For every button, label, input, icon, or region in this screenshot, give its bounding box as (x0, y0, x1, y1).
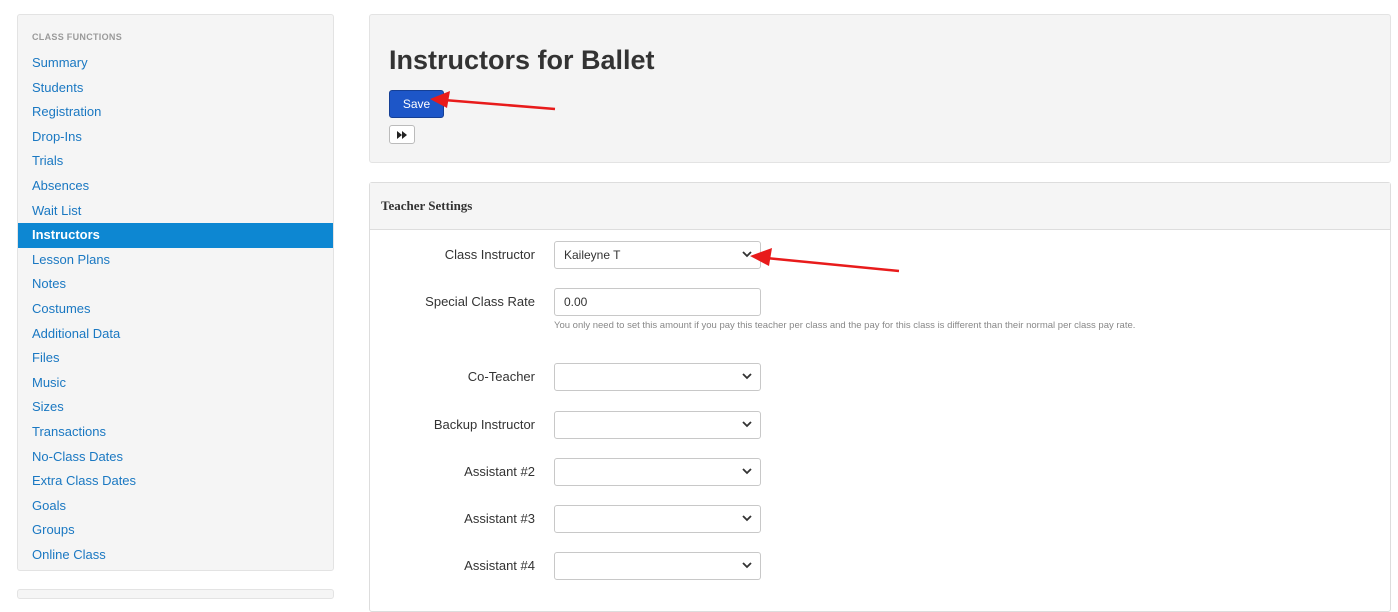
chevron-down-icon (742, 562, 752, 569)
assistant-4-label: Assistant #4 (464, 558, 535, 573)
backup-instructor-select[interactable] (554, 411, 761, 439)
class-instructor-select[interactable]: Kaileyne T (554, 241, 761, 269)
sidebar-item-sizes[interactable]: Sizes (18, 395, 333, 420)
assistant-3-label: Assistant #3 (464, 511, 535, 526)
fast-forward-icon (396, 130, 407, 139)
sidebar-item-files[interactable]: Files (18, 346, 333, 371)
page-header: Instructors for Ballet Save (369, 14, 1391, 163)
sidebar-item-drop-ins[interactable]: Drop-Ins (18, 125, 333, 150)
sidebar-item-no-class-dates[interactable]: No-Class Dates (18, 445, 333, 470)
special-rate-label: Special Class Rate (425, 294, 535, 309)
sidebar-item-transactions[interactable]: Transactions (18, 420, 333, 445)
special-rate-value: 0.00 (564, 295, 588, 309)
sidebar-item-instructors[interactable]: Instructors (18, 223, 333, 248)
assistant-4-select[interactable] (554, 552, 761, 580)
assistant-2-label: Assistant #2 (464, 464, 535, 479)
sidebar-item-additional-data[interactable]: Additional Data (18, 322, 333, 347)
sidebar-item-registration[interactable]: Registration (18, 100, 333, 125)
special-rate-input[interactable]: 0.00 (554, 288, 761, 316)
sidebar-item-students[interactable]: Students (18, 76, 333, 101)
secondary-sidebar-panel (17, 589, 334, 599)
sidebar-item-trials[interactable]: Trials (18, 149, 333, 174)
save-button[interactable]: Save (389, 90, 444, 118)
class-instructor-value: Kaileyne T (564, 248, 621, 262)
assistant-3-select[interactable] (554, 505, 761, 533)
panel-heading: Teacher Settings (370, 183, 1390, 230)
backup-instructor-label: Backup Instructor (433, 417, 535, 432)
assistant-2-select[interactable] (554, 458, 761, 486)
sidebar-item-summary[interactable]: Summary (18, 51, 333, 76)
chevron-down-icon (742, 421, 752, 428)
sidebar-item-music[interactable]: Music (18, 371, 333, 396)
sidebar-item-wait-list[interactable]: Wait List (18, 199, 333, 224)
sidebar-item-goals[interactable]: Goals (18, 494, 333, 519)
sidebar-item-online-class[interactable]: Online Class (18, 543, 333, 568)
special-rate-help: You only need to set this amount if you … (554, 320, 1136, 331)
class-instructor-label: Class Instructor (444, 247, 535, 262)
co-teacher-label: Co-Teacher (467, 369, 535, 384)
sidebar-item-extra-class-dates[interactable]: Extra Class Dates (18, 469, 333, 494)
chevron-down-icon (742, 468, 752, 475)
fast-forward-button[interactable] (389, 125, 415, 144)
sidebar-item-absences[interactable]: Absences (18, 174, 333, 199)
page-title: Instructors for Ballet (389, 45, 655, 75)
sidebar-item-groups[interactable]: Groups (18, 518, 333, 543)
teacher-settings-panel: Teacher Settings Class Instructor Kailey… (369, 182, 1391, 612)
chevron-down-icon (742, 515, 752, 522)
sidebar-item-costumes[interactable]: Costumes (18, 297, 333, 322)
class-functions-sidebar: CLASS FUNCTIONS Summary Students Registrat… (17, 14, 334, 571)
chevron-down-icon (742, 251, 752, 258)
chevron-down-icon (742, 373, 752, 380)
sidebar-item-notes[interactable]: Notes (18, 272, 333, 297)
sidebar-heading: CLASS FUNCTIONS (32, 32, 122, 42)
co-teacher-select[interactable] (554, 363, 761, 391)
sidebar-item-lesson-plans[interactable]: Lesson Plans (18, 248, 333, 273)
sidebar-menu: Summary Students Registration Drop-Ins Trial… (18, 51, 333, 567)
